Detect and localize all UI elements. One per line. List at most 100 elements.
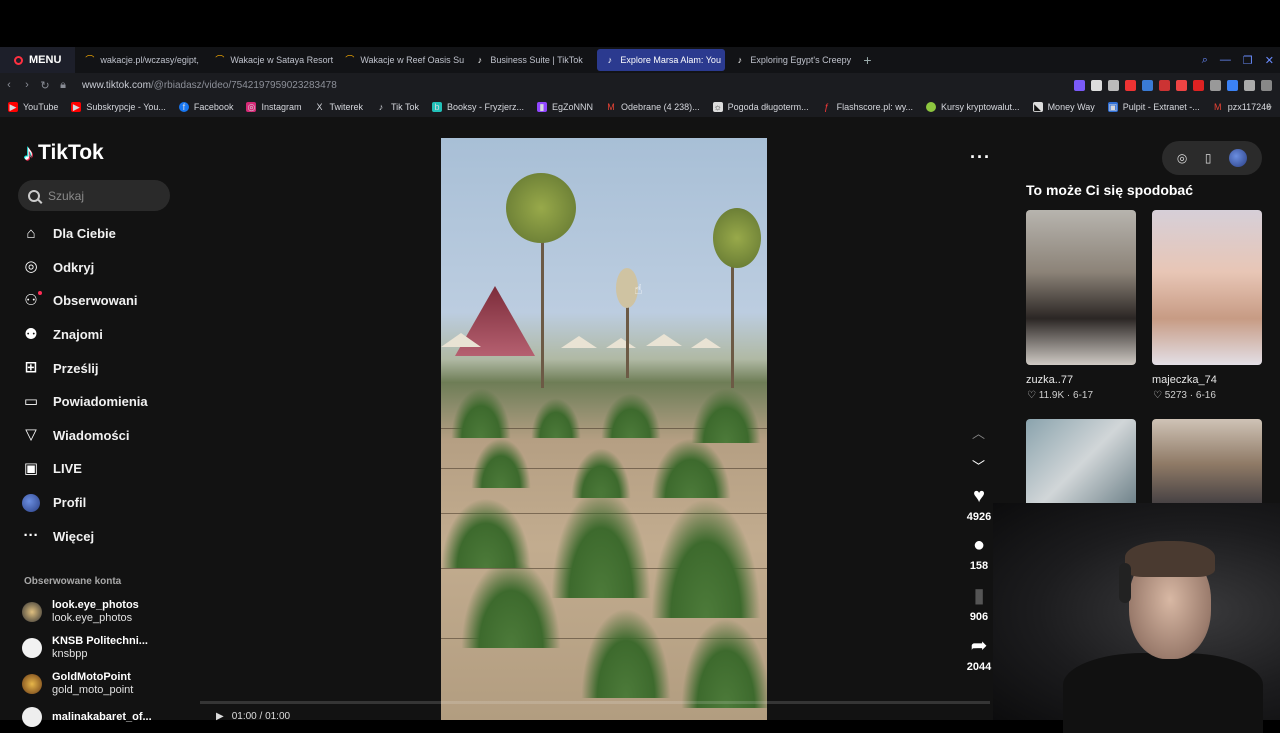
bookmark-subscriptions[interactable]: ▶ Subskrypcje - You... [71, 102, 166, 112]
minimize-icon[interactable]: — [1220, 54, 1231, 66]
like-button[interactable]: ♥ 4926 [962, 482, 996, 523]
video-scene [461, 558, 561, 648]
sidebar-item-explore[interactable]: ◎ Odkryj [22, 251, 192, 285]
extension-icon[interactable] [1074, 79, 1085, 91]
browser-tab-active[interactable]: ♪ Explore Marsa Alam: You [597, 49, 726, 71]
bookmark-weather[interactable]: ☼ Pogoda długoterm... [712, 102, 809, 112]
menu-label: MENU [29, 54, 62, 66]
extension-icon[interactable] [1142, 79, 1153, 91]
save-button[interactable]: ▮ 906 [962, 582, 996, 623]
bookmark-twitch[interactable]: ▮ EgZoNNN [537, 102, 593, 112]
extension-icon[interactable] [1159, 79, 1170, 91]
comment-icon: ● [972, 534, 986, 556]
bookmarks-overflow-icon[interactable]: » [1266, 101, 1272, 113]
recommendation-user[interactable]: zuzka..77 [1026, 374, 1073, 386]
previous-video-icon[interactable]: ︿ [972, 423, 985, 442]
browser-tab[interactable]: ⌒ Wakacje w Reef Oasis Su [337, 49, 465, 71]
next-video-icon[interactable]: ﹀ [972, 456, 985, 475]
play-icon[interactable]: ▶ [216, 711, 224, 722]
sidebar-item-friends[interactable]: ⚉ Znajomi [22, 318, 192, 352]
video-scene [541, 228, 544, 388]
recommendation-thumbnail[interactable] [1152, 210, 1262, 365]
recommendation-thumbnail[interactable] [1152, 419, 1262, 509]
tiktok-favicon-icon: ♪ [737, 54, 743, 65]
recommendation-thumbnail[interactable] [1026, 210, 1136, 365]
followed-account[interactable]: GoldMotoPoint gold_moto_point [22, 671, 182, 697]
tiktok-logo[interactable]: ♪ TikTok [23, 140, 104, 166]
video-scene [601, 393, 661, 438]
recommendation-user[interactable]: majeczka_74 [1152, 374, 1217, 386]
extension-icon[interactable] [1125, 79, 1136, 91]
video-progress-bar[interactable] [200, 701, 990, 704]
bookmark-twitter[interactable]: X Twiterek [314, 102, 363, 112]
video-scene [646, 334, 682, 346]
followed-account[interactable]: malinakabaret_of... [22, 707, 182, 727]
more-options-icon[interactable]: ··· [970, 147, 991, 168]
url-path: /@rbiadasz/video/7542197959023283478 [150, 79, 337, 91]
browser-menu-button[interactable]: MENU [0, 47, 76, 73]
save-count: 906 [969, 611, 989, 623]
sidebar-item-messages[interactable]: ▽ Wiadomości [22, 419, 192, 453]
video-scene [551, 488, 651, 598]
bookmark-moneyway[interactable]: ◣ Money Way [1032, 102, 1095, 112]
bookmark-flashscore[interactable]: ƒ Flashscore.pl: wy... [822, 102, 913, 112]
menu-icon[interactable] [1261, 79, 1272, 91]
compass-icon[interactable]: ◎ [1177, 151, 1187, 165]
extension-icon[interactable] [1193, 79, 1204, 91]
bookmark-facebook[interactable]: f Facebook [178, 102, 233, 112]
comment-button[interactable]: ● 158 [962, 531, 996, 572]
download-icon[interactable] [1244, 79, 1255, 91]
followed-account[interactable]: look.eye_photos look.eye_photos [22, 599, 182, 625]
maximize-icon[interactable]: ❐ [1243, 54, 1253, 67]
bookmark-youtube[interactable]: ▶ YouTube [8, 102, 58, 112]
video-scene [561, 336, 597, 348]
share-icon: ➦ [970, 635, 988, 657]
share-button[interactable]: ➦ 2044 [962, 632, 996, 673]
close-icon[interactable]: ✕ [1265, 54, 1274, 67]
bookmark-gmail[interactable]: M Odebrane (4 238)... [606, 102, 699, 112]
notification-dot [38, 290, 42, 295]
bookmark-booksy[interactable]: b Booksy - Fryzjerz... [432, 102, 524, 112]
back-icon[interactable]: ‹ [0, 79, 18, 91]
sidebar-item-for-you[interactable]: ⌂ Dla Ciebie [22, 217, 192, 251]
forward-icon[interactable]: › [18, 79, 36, 91]
browser-tab[interactable]: ⌒ wakacje.pl/wczasy/egipt, [77, 49, 205, 71]
extension-icon[interactable] [1210, 79, 1221, 91]
bookmark-instagram[interactable]: ◎ Instagram [246, 102, 301, 112]
video-scene [606, 338, 636, 348]
browser-tab[interactable]: ♪ Exploring Egypt's Creepy [727, 49, 855, 71]
sidebar-item-following[interactable]: ⚇ Obserwowani [22, 284, 192, 318]
sidebar-item-notifications[interactable]: ▭ Powiadomienia [22, 385, 192, 419]
browser-tab[interactable]: ♪ Business Suite | TikTok [467, 49, 595, 71]
sidebar-item-profile[interactable]: Profil [22, 486, 192, 520]
browser-tab[interactable]: ⌒ Wakacje w Sataya Resort [207, 49, 335, 71]
sidebar-item-upload[interactable]: ⊞ Prześlij [22, 351, 192, 385]
extension-icon[interactable] [1091, 79, 1102, 91]
profile-avatar[interactable] [1229, 149, 1248, 167]
video-player[interactable]: ☝ [441, 138, 767, 720]
search-box[interactable] [18, 180, 170, 211]
new-tab-icon[interactable]: + [863, 52, 871, 68]
sidebar-item-more[interactable]: ··· Więcej [22, 519, 192, 553]
bookmark-extranet[interactable]: ▣ Pulpit - Extranet -... [1107, 102, 1200, 112]
recommendation-thumbnail[interactable] [1026, 419, 1136, 509]
avatar [22, 638, 42, 658]
bookmark-pzx[interactable]: Mpzx117246 [1213, 102, 1271, 112]
extension-icon[interactable] [1227, 79, 1238, 91]
phone-icon[interactable]: ▯ [1205, 151, 1212, 165]
lock-icon: 🔒︎ [60, 78, 66, 91]
twitch-icon: ▮ [537, 102, 548, 112]
search-input[interactable] [48, 188, 158, 203]
sidebar-item-live[interactable]: ▣ LIVE [22, 452, 192, 486]
instagram-icon: ◎ [246, 102, 257, 112]
video-scene [581, 608, 671, 698]
reload-icon[interactable]: ↻ [36, 79, 54, 92]
followed-account[interactable]: KNSB Politechni... knsbpp [22, 635, 182, 661]
extension-icon[interactable] [1176, 79, 1187, 91]
extension-icon[interactable] [1108, 79, 1119, 91]
search-tabs-icon[interactable]: ⌕ [1202, 54, 1208, 67]
bookmark-tiktok[interactable]: ♪ Tik Tok [376, 102, 419, 112]
url-field[interactable]: www.tiktok.com/@rbiadasz/video/754219795… [82, 80, 337, 91]
video-scene [506, 173, 576, 243]
bookmark-crypto[interactable]: Kursy kryptowalut... [926, 102, 1020, 112]
